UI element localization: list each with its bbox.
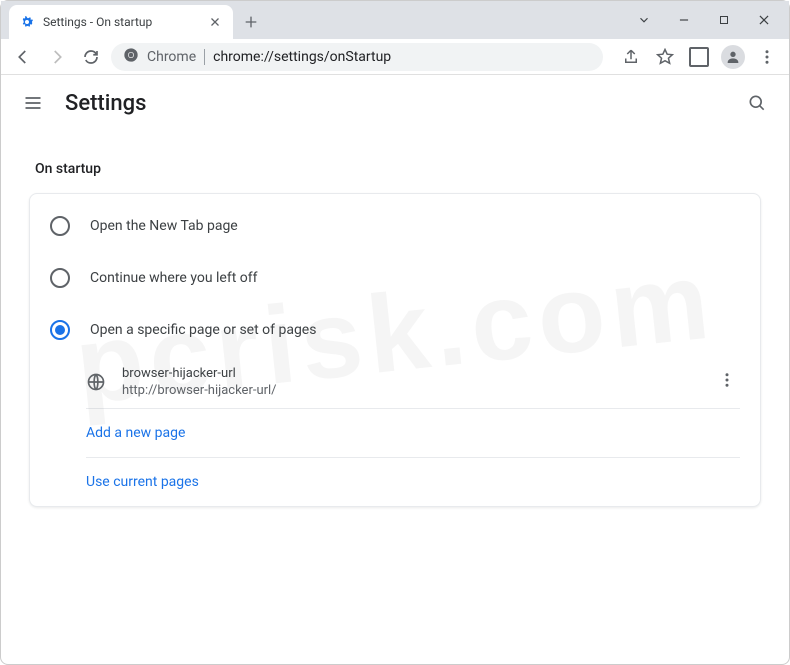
- option-label: Open the New Tab page: [90, 218, 238, 234]
- radio-icon: [50, 268, 70, 288]
- browser-tab[interactable]: Settings - On startup: [9, 5, 233, 39]
- section-heading: On startup: [35, 161, 761, 177]
- option-label: Open a specific page or set of pages: [90, 322, 316, 338]
- tab-title: Settings - On startup: [43, 15, 199, 29]
- window-close-button[interactable]: [747, 6, 781, 34]
- settings-content: On startup Open the New Tab page Continu…: [1, 131, 789, 507]
- startup-card: Open the New Tab page Continue where you…: [29, 193, 761, 507]
- extensions-icon[interactable]: [685, 43, 713, 71]
- radio-icon: [50, 216, 70, 236]
- toolbar-actions: [617, 43, 781, 71]
- settings-gear-icon: [19, 14, 35, 30]
- option-label: Continue where you left off: [90, 270, 258, 286]
- entry-kebab-icon[interactable]: [714, 367, 740, 397]
- page-title: Settings: [65, 91, 146, 116]
- specific-pages-list: browser-hijacker-url http://browser-hija…: [30, 356, 760, 506]
- bookmark-star-icon[interactable]: [651, 43, 679, 71]
- startup-page-entry: browser-hijacker-url http://browser-hija…: [86, 356, 760, 408]
- use-current-pages-link[interactable]: Use current pages: [86, 458, 760, 506]
- back-button[interactable]: [9, 43, 37, 71]
- profile-avatar[interactable]: [719, 43, 747, 71]
- settings-header: Settings: [1, 75, 789, 131]
- tab-bar: Settings - On startup: [1, 1, 789, 39]
- tab-close-icon[interactable]: [207, 14, 223, 30]
- share-icon[interactable]: [617, 43, 645, 71]
- globe-icon: [86, 372, 106, 392]
- kebab-menu-icon[interactable]: [753, 43, 781, 71]
- site-name: browser-hijacker-url: [122, 366, 277, 381]
- omnibox-divider: [204, 49, 205, 65]
- forward-button[interactable]: [43, 43, 71, 71]
- add-page-link[interactable]: Add a new page: [86, 409, 760, 457]
- browser-toolbar: Chrome chrome://settings/onStartup: [1, 39, 789, 75]
- site-url: http://browser-hijacker-url/: [122, 383, 277, 398]
- search-icon[interactable]: [745, 91, 769, 115]
- omnibox-url: chrome://settings/onStartup: [213, 49, 391, 65]
- omnibox-label: Chrome: [147, 49, 196, 65]
- option-new-tab[interactable]: Open the New Tab page: [30, 200, 760, 252]
- address-bar[interactable]: Chrome chrome://settings/onStartup: [111, 43, 603, 71]
- option-specific-pages[interactable]: Open a specific page or set of pages: [30, 304, 760, 356]
- window-maximize-button[interactable]: [707, 6, 741, 34]
- chrome-logo-icon: [123, 47, 139, 67]
- window-minimize-button[interactable]: [667, 6, 701, 34]
- option-continue[interactable]: Continue where you left off: [30, 252, 760, 304]
- site-text: browser-hijacker-url http://browser-hija…: [122, 366, 277, 398]
- reload-button[interactable]: [77, 43, 105, 71]
- window-dropdown-icon[interactable]: [627, 6, 661, 34]
- new-tab-button[interactable]: [237, 8, 265, 36]
- radio-selected-icon: [50, 320, 70, 340]
- window-controls: [627, 1, 781, 39]
- hamburger-menu-icon[interactable]: [21, 91, 45, 115]
